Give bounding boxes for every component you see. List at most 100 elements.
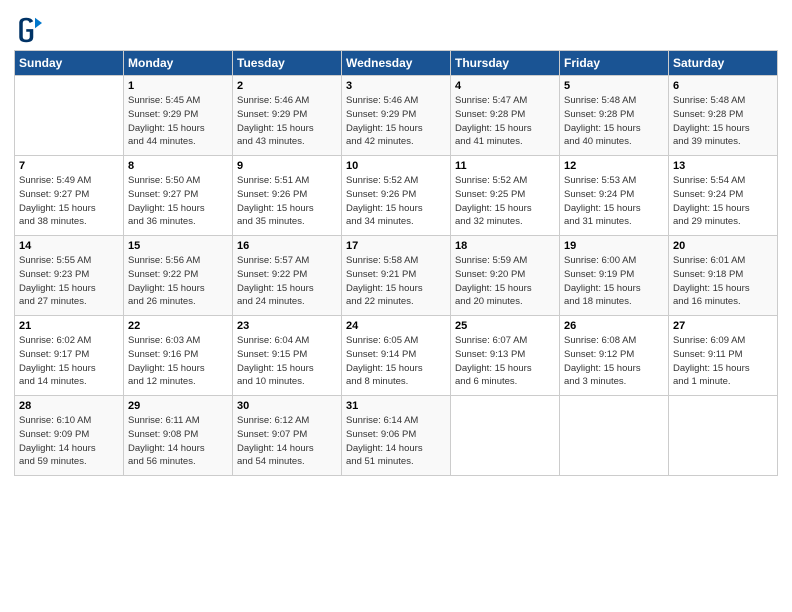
weekday-header-thursday: Thursday	[451, 51, 560, 76]
calendar-cell	[560, 396, 669, 476]
day-info: Sunrise: 6:08 AMSunset: 9:12 PMDaylight:…	[564, 334, 664, 389]
calendar-cell	[451, 396, 560, 476]
week-row-1: 1 Sunrise: 5:45 AMSunset: 9:29 PMDaylight…	[15, 76, 778, 156]
calendar-cell: 15 Sunrise: 5:56 AMSunset: 9:22 PMDayligh…	[124, 236, 233, 316]
calendar-cell	[669, 396, 778, 476]
day-number: 17	[346, 240, 446, 252]
day-number: 29	[128, 400, 228, 412]
weekday-header-sunday: Sunday	[15, 51, 124, 76]
day-number: 12	[564, 160, 664, 172]
calendar-cell: 5 Sunrise: 5:48 AMSunset: 9:28 PMDaylight…	[560, 76, 669, 156]
day-info: Sunrise: 5:46 AMSunset: 9:29 PMDaylight:…	[237, 94, 337, 149]
day-number: 30	[237, 400, 337, 412]
calendar-cell: 9Sunrise: 5:51 AMSunset: 9:26 PMDaylight…	[233, 156, 342, 236]
day-number: 25	[455, 320, 555, 332]
calendar-cell: 26 Sunrise: 6:08 AMSunset: 9:12 PMDayligh…	[560, 316, 669, 396]
day-info: Sunrise: 5:52 AMSunset: 9:25 PMDaylight:…	[455, 174, 555, 229]
calendar-cell	[15, 76, 124, 156]
day-info: Sunrise: 6:12 AMSunset: 9:07 PMDaylight:…	[237, 414, 337, 469]
day-number: 28	[19, 400, 119, 412]
calendar-table: SundayMondayTuesdayWednesdayThursdayFrid…	[14, 50, 778, 476]
day-info: Sunrise: 5:54 AMSunset: 9:24 PMDaylight:…	[673, 174, 773, 229]
day-number: 26	[564, 320, 664, 332]
calendar-cell: 8 Sunrise: 5:50 AMSunset: 9:27 PMDaylight…	[124, 156, 233, 236]
day-number: 10	[346, 160, 446, 172]
day-info: Sunrise: 6:02 AMSunset: 9:17 PMDaylight:…	[19, 334, 119, 389]
day-info: Sunrise: 6:05 AMSunset: 9:14 PMDaylight:…	[346, 334, 446, 389]
day-number: 23	[237, 320, 337, 332]
day-info: Sunrise: 5:56 AMSunset: 9:22 PMDaylight:…	[128, 254, 228, 309]
weekday-header-monday: Monday	[124, 51, 233, 76]
day-number: 19	[564, 240, 664, 252]
header	[14, 12, 778, 44]
day-number: 8	[128, 160, 228, 172]
day-number: 20	[673, 240, 773, 252]
weekday-header-saturday: Saturday	[669, 51, 778, 76]
calendar-cell: 30 Sunrise: 6:12 AMSunset: 9:07 PMDayligh…	[233, 396, 342, 476]
day-number: 22	[128, 320, 228, 332]
calendar-cell: 16 Sunrise: 5:57 AMSunset: 9:22 PMDayligh…	[233, 236, 342, 316]
weekday-header-friday: Friday	[560, 51, 669, 76]
day-number: 2	[237, 80, 337, 92]
calendar-cell: 13 Sunrise: 5:54 AMSunset: 9:24 PMDayligh…	[669, 156, 778, 236]
day-info: Sunrise: 5:58 AMSunset: 9:21 PMDaylight:…	[346, 254, 446, 309]
day-info: Sunrise: 5:53 AMSunset: 9:24 PMDaylight:…	[564, 174, 664, 229]
calendar-cell: 21Sunrise: 6:02 AMSunset: 9:17 PMDayligh…	[15, 316, 124, 396]
day-info: Sunrise: 5:59 AMSunset: 9:20 PMDaylight:…	[455, 254, 555, 309]
day-info: Sunrise: 5:48 AMSunset: 9:28 PMDaylight:…	[673, 94, 773, 149]
day-info: Sunrise: 6:14 AMSunset: 9:06 PMDaylight:…	[346, 414, 446, 469]
day-number: 24	[346, 320, 446, 332]
page-container: SundayMondayTuesdayWednesdayThursdayFrid…	[0, 0, 792, 612]
day-number: 13	[673, 160, 773, 172]
day-info: Sunrise: 6:03 AMSunset: 9:16 PMDaylight:…	[128, 334, 228, 389]
day-number: 7	[19, 160, 119, 172]
logo	[14, 16, 46, 44]
day-info: Sunrise: 6:07 AMSunset: 9:13 PMDaylight:…	[455, 334, 555, 389]
week-row-3: 14Sunrise: 5:55 AMSunset: 9:23 PMDayligh…	[15, 236, 778, 316]
week-row-2: 7 Sunrise: 5:49 AMSunset: 9:27 PMDaylight…	[15, 156, 778, 236]
calendar-cell: 22 Sunrise: 6:03 AMSunset: 9:16 PMDayligh…	[124, 316, 233, 396]
day-number: 1	[128, 80, 228, 92]
day-number: 11	[455, 160, 555, 172]
day-number: 5	[564, 80, 664, 92]
day-number: 18	[455, 240, 555, 252]
day-info: Sunrise: 5:48 AMSunset: 9:28 PMDaylight:…	[564, 94, 664, 149]
calendar-cell: 28Sunrise: 6:10 AMSunset: 9:09 PMDayligh…	[15, 396, 124, 476]
day-info: Sunrise: 6:01 AMSunset: 9:18 PMDaylight:…	[673, 254, 773, 309]
calendar-cell: 4Sunrise: 5:47 AMSunset: 9:28 PMDaylight…	[451, 76, 560, 156]
day-info: Sunrise: 6:00 AMSunset: 9:19 PMDaylight:…	[564, 254, 664, 309]
calendar-cell: 29 Sunrise: 6:11 AMSunset: 9:08 PMDayligh…	[124, 396, 233, 476]
day-number: 15	[128, 240, 228, 252]
day-number: 4	[455, 80, 555, 92]
day-number: 16	[237, 240, 337, 252]
calendar-cell: 25 Sunrise: 6:07 AMSunset: 9:13 PMDayligh…	[451, 316, 560, 396]
day-info: Sunrise: 5:52 AMSunset: 9:26 PMDaylight:…	[346, 174, 446, 229]
calendar-cell: 6Sunrise: 5:48 AMSunset: 9:28 PMDaylight…	[669, 76, 778, 156]
day-info: Sunrise: 5:51 AMSunset: 9:26 PMDaylight:…	[237, 174, 337, 229]
day-info: Sunrise: 5:50 AMSunset: 9:27 PMDaylight:…	[128, 174, 228, 229]
weekday-header-row: SundayMondayTuesdayWednesdayThursdayFrid…	[15, 51, 778, 76]
day-number: 14	[19, 240, 119, 252]
calendar-cell: 11 Sunrise: 5:52 AMSunset: 9:25 PMDayligh…	[451, 156, 560, 236]
weekday-header-tuesday: Tuesday	[233, 51, 342, 76]
calendar-cell: 27 Sunrise: 6:09 AMSunset: 9:11 PMDayligh…	[669, 316, 778, 396]
day-info: Sunrise: 5:49 AMSunset: 9:27 PMDaylight:…	[19, 174, 119, 229]
day-info: Sunrise: 5:57 AMSunset: 9:22 PMDaylight:…	[237, 254, 337, 309]
calendar-cell: 17 Sunrise: 5:58 AMSunset: 9:21 PMDayligh…	[342, 236, 451, 316]
calendar-cell: 24 Sunrise: 6:05 AMSunset: 9:14 PMDayligh…	[342, 316, 451, 396]
day-info: Sunrise: 5:46 AMSunset: 9:29 PMDaylight:…	[346, 94, 446, 149]
day-info: Sunrise: 6:04 AMSunset: 9:15 PMDaylight:…	[237, 334, 337, 389]
calendar-cell: 1 Sunrise: 5:45 AMSunset: 9:29 PMDaylight…	[124, 76, 233, 156]
calendar-cell: 14Sunrise: 5:55 AMSunset: 9:23 PMDayligh…	[15, 236, 124, 316]
logo-icon	[14, 16, 42, 44]
day-info: Sunrise: 6:11 AMSunset: 9:08 PMDaylight:…	[128, 414, 228, 469]
calendar-cell: 3 Sunrise: 5:46 AMSunset: 9:29 PMDaylight…	[342, 76, 451, 156]
day-number: 31	[346, 400, 446, 412]
weekday-header-wednesday: Wednesday	[342, 51, 451, 76]
calendar-cell: 20 Sunrise: 6:01 AMSunset: 9:18 PMDayligh…	[669, 236, 778, 316]
day-info: Sunrise: 6:09 AMSunset: 9:11 PMDaylight:…	[673, 334, 773, 389]
day-number: 27	[673, 320, 773, 332]
day-number: 3	[346, 80, 446, 92]
day-info: Sunrise: 5:45 AMSunset: 9:29 PMDaylight:…	[128, 94, 228, 149]
calendar-cell: 23 Sunrise: 6:04 AMSunset: 9:15 PMDayligh…	[233, 316, 342, 396]
